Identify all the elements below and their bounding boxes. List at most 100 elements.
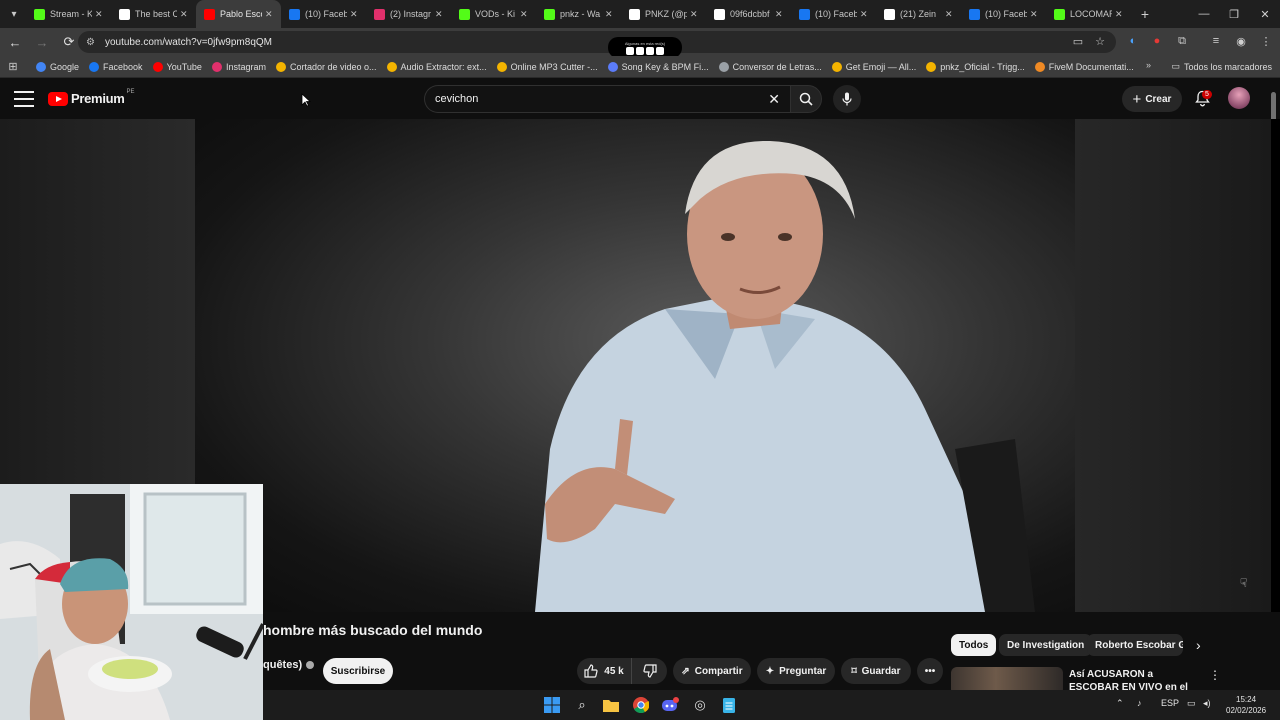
- language-indicator[interactable]: ESP: [1161, 698, 1179, 708]
- bookmark-item[interactable]: Song Key & BPM Fi...: [607, 61, 709, 72]
- address-bar[interactable]: ⚙ youtube.com/watch?v=0jfw9pm8qQM: [78, 31, 1116, 53]
- all-bookmarks[interactable]: ▭ Todos los marcadores: [1171, 61, 1272, 72]
- dislike-button[interactable]: [632, 664, 667, 678]
- like-count: 45 k: [604, 665, 624, 677]
- chip-roberto-escobar[interactable]: Roberto Escobar Gav: [1087, 634, 1183, 656]
- youtube-logo[interactable]: Premium PE: [48, 89, 135, 106]
- more-bookmarks-icon[interactable]: »: [1146, 60, 1151, 70]
- chevron-right-icon[interactable]: ›: [1196, 637, 1201, 653]
- browser-tab[interactable]: PNKZ (@p ✕: [621, 0, 706, 28]
- taskbar-search-icon[interactable]: ⌕: [572, 695, 592, 715]
- tray-overflow-icon[interactable]: ⌃: [1116, 698, 1124, 709]
- bookmark-item[interactable]: Instagram: [211, 61, 266, 72]
- bookmark-item[interactable]: Online MP3 Cutter -...: [496, 61, 598, 72]
- close-window-button[interactable]: ✕: [1249, 0, 1280, 28]
- bookmark-item[interactable]: Audio Extractor: ext...: [386, 61, 487, 72]
- browser-tab[interactable]: pnkz - Wa ✕: [536, 0, 621, 28]
- install-app-icon[interactable]: ▭: [1067, 30, 1089, 52]
- browser-tab[interactable]: (10) Faceb ✕: [791, 0, 876, 28]
- browser-tab[interactable]: (10) Faceb ✕: [281, 0, 366, 28]
- taskbar-clock[interactable]: 15:24 02/02/2026: [1226, 694, 1266, 716]
- voice-search-button[interactable]: [833, 85, 861, 113]
- channel-name[interactable]: quêtes): [263, 659, 315, 671]
- ask-button[interactable]: ✦ Preguntar: [757, 658, 835, 684]
- extension-red-icon[interactable]: ●: [1146, 30, 1168, 52]
- subscribe-button[interactable]: Suscribirse: [323, 658, 393, 684]
- back-button[interactable]: ←: [3, 30, 27, 54]
- tray-mic-icon[interactable]: ♪: [1137, 698, 1142, 708]
- site-info-icon[interactable]: ⚙: [86, 37, 95, 48]
- profile-icon[interactable]: ◉: [1230, 30, 1252, 52]
- close-tab-icon[interactable]: ✕: [520, 9, 530, 20]
- bookmark-item[interactable]: Google: [36, 61, 79, 72]
- tab-label: The best C: [135, 9, 177, 19]
- media-control-icon[interactable]: ≡: [1205, 30, 1227, 52]
- browser-tab[interactable]: The best C ✕: [111, 0, 196, 28]
- bookmark-item[interactable]: Conversor de Letras...: [718, 61, 822, 72]
- close-tab-icon[interactable]: ✕: [605, 9, 615, 20]
- discord-icon[interactable]: [660, 695, 680, 715]
- bookmark-favicon-icon: [496, 61, 507, 72]
- network-icon[interactable]: ▭: [1187, 698, 1196, 709]
- browser-tab[interactable]: 09f6dcbbf ✕: [706, 0, 791, 28]
- bookmark-item[interactable]: Get Emoji — All...: [831, 61, 916, 72]
- close-tab-icon[interactable]: ✕: [775, 9, 785, 20]
- bookmark-item[interactable]: Cortador de video o...: [275, 61, 377, 72]
- browser-tab[interactable]: Stream - K ✕: [26, 0, 111, 28]
- share-label: Compartir: [694, 665, 743, 677]
- close-tab-icon[interactable]: ✕: [690, 9, 700, 20]
- file-explorer-icon[interactable]: [601, 695, 621, 715]
- close-tab-icon[interactable]: ✕: [1115, 9, 1125, 20]
- extension-icon[interactable]: ◐: [1122, 30, 1144, 52]
- tab-label: (10) Faceb: [985, 9, 1027, 19]
- browser-tab[interactable]: VODs - Ki ✕: [451, 0, 536, 28]
- bookmark-item[interactable]: pnkz_Oficial - Trigg...: [926, 61, 1025, 72]
- guide-menu-icon[interactable]: [14, 91, 34, 107]
- chrome-icon[interactable]: [631, 695, 651, 715]
- apps-grid-icon[interactable]: ⊞: [0, 60, 26, 73]
- volume-icon[interactable]: ◂): [1203, 698, 1211, 709]
- minimize-button[interactable]: —: [1188, 0, 1220, 28]
- bookmark-item[interactable]: Facebook: [89, 61, 143, 72]
- recommended-more-icon[interactable]: ⋮: [1209, 668, 1221, 682]
- tab-search-button[interactable]: ▾: [2, 3, 26, 25]
- extensions-puzzle-icon[interactable]: ⧉: [1171, 30, 1193, 52]
- close-tab-icon[interactable]: ✕: [945, 9, 955, 20]
- browser-tab[interactable]: (2) Instagr ✕: [366, 0, 451, 28]
- notepad-icon[interactable]: [719, 695, 739, 715]
- obs-icon[interactable]: ◎: [690, 695, 710, 715]
- clear-search-icon[interactable]: ✕: [768, 91, 780, 108]
- account-avatar[interactable]: [1228, 87, 1250, 109]
- chip-investigation[interactable]: De Investigation: [999, 634, 1093, 656]
- create-button[interactable]: + Crear: [1122, 86, 1182, 112]
- drag-handle-icon[interactable]: ☟: [1240, 576, 1247, 590]
- search-input[interactable]: cevichon ✕: [424, 85, 790, 113]
- close-tab-icon[interactable]: ✕: [860, 9, 870, 20]
- browser-tab[interactable]: Pablo Esco ✕: [196, 0, 281, 28]
- close-tab-icon[interactable]: ✕: [1030, 9, 1040, 20]
- new-tab-button[interactable]: +: [1135, 6, 1155, 22]
- bookmark-item[interactable]: FiveM Documentati...: [1034, 61, 1134, 72]
- like-button[interactable]: 45 k: [577, 658, 632, 684]
- restore-button[interactable]: ❐: [1218, 0, 1250, 28]
- bookmark-favicon-icon: [386, 61, 397, 72]
- close-tab-icon[interactable]: ✕: [95, 9, 105, 20]
- forward-button[interactable]: →: [30, 30, 54, 54]
- windows-start-icon[interactable]: [542, 695, 562, 715]
- save-button[interactable]: ⌑ Guardar: [841, 658, 911, 684]
- bookmark-item[interactable]: YouTube: [152, 61, 202, 72]
- browser-menu-icon[interactable]: ⋮: [1255, 30, 1277, 52]
- share-button[interactable]: ⇗ Compartir: [673, 658, 751, 684]
- close-tab-icon[interactable]: ✕: [435, 9, 445, 20]
- browser-tab[interactable]: LOCOMAR ✕: [1046, 0, 1131, 28]
- bookmark-star-icon[interactable]: ☆: [1089, 30, 1111, 52]
- search-button[interactable]: [790, 85, 822, 113]
- close-tab-icon[interactable]: ✕: [180, 9, 190, 20]
- chip-all[interactable]: Todos: [951, 634, 997, 656]
- more-actions-button[interactable]: •••: [917, 658, 943, 684]
- video-frame[interactable]: [195, 119, 1075, 612]
- close-tab-icon[interactable]: ✕: [265, 9, 275, 20]
- close-tab-icon[interactable]: ✕: [350, 9, 360, 20]
- browser-tab[interactable]: (10) Faceb ✕: [961, 0, 1046, 28]
- browser-tab[interactable]: (21) Zein ✕: [876, 0, 961, 28]
